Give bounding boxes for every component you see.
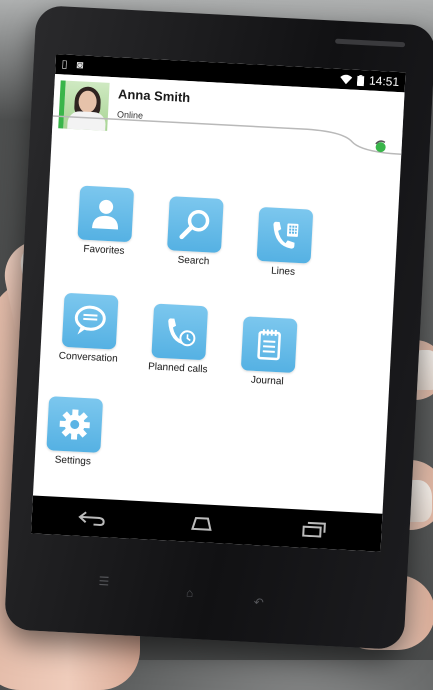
favorites-tile[interactable]	[77, 185, 135, 243]
journal-label: Journal	[250, 374, 284, 388]
hardware-back-icon[interactable]: ↶	[253, 595, 264, 610]
person-icon	[92, 199, 118, 230]
settings-label: Settings	[54, 454, 92, 468]
status-time: 14:51	[368, 73, 400, 90]
favorites-label: Favorites	[83, 243, 125, 257]
sim-icon: ▯	[61, 58, 68, 71]
gear-icon	[59, 409, 90, 440]
phone-device: ▯ ◙ 14:51 Anna Smith Online Favorites Se…	[3, 4, 433, 651]
planned-calls-tile[interactable]	[151, 303, 209, 361]
menu-item-search[interactable]: Search	[153, 196, 237, 269]
planned-calls-label: Planned calls	[147, 361, 208, 376]
speaker-grille	[335, 38, 406, 48]
journal-tile[interactable]	[240, 316, 298, 373]
magnifier-icon	[179, 209, 210, 240]
conversation-label: Conversation	[58, 350, 118, 365]
menu-item-settings[interactable]: Settings	[33, 395, 117, 468]
menu-item-conversation[interactable]: Conversation	[48, 292, 132, 365]
recent-apps-icon	[302, 521, 326, 538]
wifi-icon	[340, 74, 353, 85]
presence-status-icon[interactable]	[373, 139, 388, 154]
settings-tile[interactable]	[46, 396, 104, 453]
back-button[interactable]	[71, 506, 112, 530]
search-label: Search	[177, 254, 210, 268]
lines-label: Lines	[270, 265, 296, 278]
home-icon	[191, 516, 212, 531]
phone-keypad-icon	[273, 221, 299, 249]
menu-item-planned-calls[interactable]: Planned calls	[138, 303, 222, 376]
back-icon	[78, 511, 105, 526]
recent-apps-button[interactable]	[293, 517, 334, 541]
hardware-home-icon[interactable]: ⌂	[186, 586, 194, 600]
phone-clock-icon	[168, 318, 196, 347]
contact-name: Anna Smith	[117, 86, 191, 106]
conversation-tile[interactable]	[61, 292, 119, 350]
hardware-menu-icon[interactable]: ☰	[98, 574, 109, 589]
android-navbar	[30, 495, 383, 552]
menu-item-journal[interactable]: Journal	[227, 316, 311, 389]
battery-icon	[356, 74, 365, 86]
search-tile[interactable]	[166, 196, 224, 253]
home-button[interactable]	[181, 511, 222, 535]
menu-item-lines[interactable]: Lines	[243, 206, 327, 279]
status-right: 14:51	[340, 72, 400, 90]
status-left-icons: ▯ ◙	[61, 57, 83, 71]
speech-bubble-icon	[74, 305, 106, 335]
phone-screen: ▯ ◙ 14:51 Anna Smith Online Favorites Se…	[30, 54, 406, 552]
menu-item-favorites[interactable]: Favorites	[64, 185, 148, 258]
camera-icon: ◙	[76, 59, 84, 72]
lines-tile[interactable]	[256, 206, 314, 264]
notepad-icon	[257, 329, 281, 361]
